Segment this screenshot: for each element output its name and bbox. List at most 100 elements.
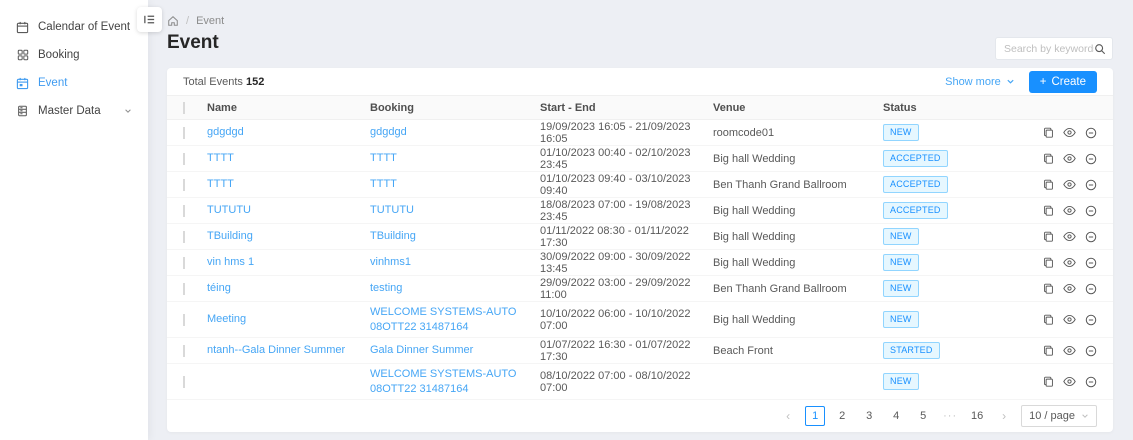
row-checkbox[interactable] xyxy=(183,153,185,165)
row-checkbox[interactable] xyxy=(183,179,185,191)
eye-icon[interactable] xyxy=(1063,231,1076,242)
table-row: TBuilding TBuilding 01/11/2022 08:30 - 0… xyxy=(167,224,1113,250)
eye-icon[interactable] xyxy=(1063,283,1076,294)
eye-icon[interactable] xyxy=(1063,345,1076,356)
row-checkbox[interactable] xyxy=(183,314,185,326)
pagination-page-3[interactable]: 3 xyxy=(859,406,879,426)
minus-circle-icon[interactable] xyxy=(1085,179,1097,191)
sidebar-item-booking[interactable]: Booking xyxy=(0,41,148,69)
row-checkbox[interactable] xyxy=(183,283,185,295)
row-checkbox[interactable] xyxy=(183,127,185,139)
copy-icon[interactable] xyxy=(1043,257,1054,268)
sidebar-item-event[interactable]: Event xyxy=(0,69,148,97)
copy-icon[interactable] xyxy=(1043,127,1054,138)
booking-link[interactable]: TTTT xyxy=(370,151,540,166)
booking-link[interactable]: testing xyxy=(370,281,540,296)
minus-circle-icon[interactable] xyxy=(1085,205,1097,217)
pagination-page-5[interactable]: 5 xyxy=(913,406,933,426)
minus-circle-icon[interactable] xyxy=(1085,283,1097,295)
event-name-link[interactable]: téing xyxy=(207,281,370,296)
booking-link[interactable]: gdgdgd xyxy=(370,125,540,140)
status-badge: NEW xyxy=(883,280,919,297)
event-name-link[interactable]: gdgdgd xyxy=(207,125,370,140)
event-name-link[interactable]: Meeting xyxy=(207,312,370,327)
pagination-page-4[interactable]: 4 xyxy=(886,406,906,426)
minus-circle-icon[interactable] xyxy=(1085,231,1097,243)
eye-icon[interactable] xyxy=(1063,257,1076,268)
minus-circle-icon[interactable] xyxy=(1085,314,1097,326)
column-header-name[interactable]: Name xyxy=(207,102,370,114)
copy-icon[interactable] xyxy=(1043,345,1054,356)
pagination-ellipsis[interactable]: ··· xyxy=(940,406,960,426)
event-name-link[interactable]: TTTT xyxy=(207,177,370,192)
eye-icon[interactable] xyxy=(1063,153,1076,164)
row-checkbox[interactable] xyxy=(183,257,185,269)
row-checkbox[interactable] xyxy=(183,231,185,243)
status-badge: NEW xyxy=(883,124,919,141)
eye-icon[interactable] xyxy=(1063,179,1076,190)
pagination-prev[interactable]: ‹ xyxy=(778,406,798,426)
minus-circle-icon[interactable] xyxy=(1085,257,1097,269)
search-icon[interactable] xyxy=(1094,43,1106,55)
copy-icon[interactable] xyxy=(1043,205,1054,216)
eye-icon[interactable] xyxy=(1063,376,1076,387)
sidebar-item-calendar-of-event[interactable]: Calendar of Event xyxy=(0,13,148,41)
sidebar-item-master-data[interactable]: Master Data xyxy=(0,97,148,125)
status-badge: NEW xyxy=(883,228,919,245)
copy-icon[interactable] xyxy=(1043,283,1054,294)
eye-icon[interactable] xyxy=(1063,314,1076,325)
create-button[interactable]: + Create xyxy=(1029,71,1097,93)
pagination-page-2[interactable]: 2 xyxy=(832,406,852,426)
event-name-link[interactable]: TUTUTU xyxy=(207,203,370,218)
minus-circle-icon[interactable] xyxy=(1085,153,1097,165)
pagination-next[interactable]: › xyxy=(994,406,1014,426)
event-name-link[interactable]: vin hms 1 xyxy=(207,255,370,270)
minus-circle-icon[interactable] xyxy=(1085,345,1097,357)
column-header-venue[interactable]: Venue xyxy=(713,102,883,114)
pagination-page-1[interactable]: 1 xyxy=(805,406,825,426)
venue-value: Big hall Wedding xyxy=(713,231,883,243)
start-end-value: 01/11/2022 08:30 - 01/11/2022 17:30 xyxy=(540,225,713,249)
home-icon[interactable] xyxy=(167,15,179,27)
status-badge: NEW xyxy=(883,373,919,390)
table-row: TTTT TTTT 01/10/2023 00:40 - 02/10/2023 … xyxy=(167,146,1113,172)
copy-icon[interactable] xyxy=(1043,179,1054,190)
booking-link[interactable]: TBuilding xyxy=(370,229,540,244)
booking-link[interactable]: TUTUTU xyxy=(370,203,540,218)
event-name-link[interactable]: TBuilding xyxy=(207,229,370,244)
select-all-checkbox[interactable] xyxy=(183,102,185,114)
table-row: gdgdgd gdgdgd 19/09/2023 16:05 - 21/09/2… xyxy=(167,120,1113,146)
total-events: Total Events 152 xyxy=(183,76,264,88)
row-checkbox[interactable] xyxy=(183,376,185,388)
minus-circle-icon[interactable] xyxy=(1085,127,1097,139)
event-name-link[interactable]: TTTT xyxy=(207,151,370,166)
table-row: ntanh--Gala Dinner Summer Gala Dinner Su… xyxy=(167,338,1113,364)
minus-circle-icon[interactable] xyxy=(1085,376,1097,388)
booking-link[interactable]: WELCOME SYSTEMS-AUTO 08OTT22 31487164 xyxy=(370,305,540,335)
column-header-status[interactable]: Status xyxy=(883,102,1049,114)
booking-link[interactable]: vinhms1 xyxy=(370,255,540,270)
show-more-toggle[interactable]: Show more xyxy=(945,76,1015,88)
column-header-start-end[interactable]: Start - End xyxy=(540,102,713,114)
booking-link[interactable]: WELCOME SYSTEMS-AUTO 08OTT22 31487164 xyxy=(370,367,540,397)
sidebar-collapse-button[interactable] xyxy=(137,7,162,32)
booking-link[interactable]: Gala Dinner Summer xyxy=(370,343,540,358)
breadcrumb-current[interactable]: Event xyxy=(196,15,224,27)
copy-icon[interactable] xyxy=(1043,376,1054,387)
row-checkbox[interactable] xyxy=(183,345,185,357)
total-events-count: 152 xyxy=(246,76,264,88)
sidebar-item-label: Event xyxy=(38,77,67,89)
search-input[interactable] xyxy=(1004,43,1094,55)
page-size-select[interactable]: 10 / page xyxy=(1021,405,1097,427)
copy-icon[interactable] xyxy=(1043,153,1054,164)
pagination-page-16[interactable]: 16 xyxy=(967,406,987,426)
booking-link[interactable]: TTTT xyxy=(370,177,540,192)
eye-icon[interactable] xyxy=(1063,127,1076,138)
eye-icon[interactable] xyxy=(1063,205,1076,216)
row-checkbox[interactable] xyxy=(183,205,185,217)
sidebar-item-label: Calendar of Event xyxy=(38,21,130,33)
copy-icon[interactable] xyxy=(1043,314,1054,325)
column-header-booking[interactable]: Booking xyxy=(370,102,540,114)
copy-icon[interactable] xyxy=(1043,231,1054,242)
event-name-link[interactable]: ntanh--Gala Dinner Summer xyxy=(207,343,370,358)
